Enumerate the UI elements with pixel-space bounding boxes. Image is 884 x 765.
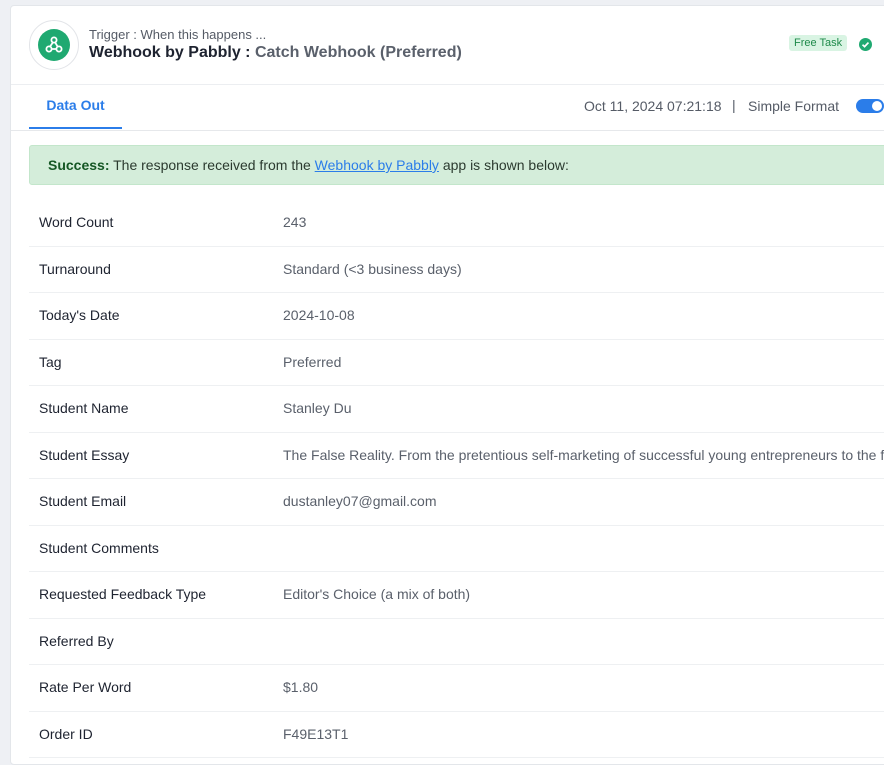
tabs-row: Data Out Oct 11, 2024 07:21:18 | Simple …: [11, 84, 884, 131]
simple-format-label: Simple Format: [748, 98, 840, 114]
table-row: Student Email dustanley07@gmail.com: [29, 479, 884, 526]
field-key: Student Email: [39, 493, 127, 509]
app-logo-ring: [29, 20, 79, 70]
event-name: Catch Webhook (Preferred): [254, 44, 462, 61]
banner-text-before: The response received from the: [113, 157, 311, 173]
field-value: Stanley Du: [283, 400, 352, 416]
field-key: Requested Feedback Type: [39, 586, 207, 602]
field-value: $1.80: [283, 679, 319, 695]
field-key: Turnaround: [39, 260, 111, 277]
table-row: Student Essay The False Reality. From the…: [29, 433, 884, 479]
field-value: 2024-10-08: [283, 307, 355, 323]
step-header[interactable]: Trigger : When this happens ... Webhook …: [11, 6, 884, 85]
table-row: Rate Per Word $1.80: [29, 665, 884, 712]
app-name: Webhook by Pabbly :: [89, 44, 251, 61]
field-value: F49E13T1: [283, 725, 349, 742]
separator: |: [732, 97, 736, 113]
field-key: Word Count: [39, 214, 114, 230]
field-key: Student Essay: [39, 446, 130, 463]
trigger-title: Webhook by Pabbly : Catch Webhook (Prefe…: [89, 44, 462, 62]
table-row: Referred By: [29, 619, 884, 665]
field-key: Student Name: [39, 400, 129, 416]
table-row: Order ID F49E13T1: [29, 712, 884, 758]
table-row: Today's Date 2024-10-08: [29, 293, 884, 340]
simple-format-toggle[interactable]: [856, 99, 884, 113]
field-key: Tag: [39, 353, 62, 370]
field-value: Standard (<3 business days): [283, 260, 462, 277]
field-key: Student Comments: [39, 539, 159, 556]
tab-data-out[interactable]: Data Out: [29, 84, 122, 129]
response-data-table: Word Count 243 Turnaround Standard (<3 busi…: [29, 200, 884, 758]
field-key: Rate Per Word: [39, 679, 132, 695]
table-row: Student Comments: [29, 526, 884, 572]
field-value: 243: [283, 214, 307, 230]
field-key: Referred By: [39, 632, 114, 649]
field-key: Today's Date: [39, 307, 120, 323]
trigger-label: Trigger : When this happens ...: [89, 27, 267, 42]
field-value: The False Reality. From the pretentious …: [283, 446, 884, 463]
toggle-knob: [872, 101, 882, 111]
field-value: Editor's Choice (a mix of both): [283, 586, 471, 602]
table-row: Word Count 243: [29, 200, 884, 247]
field-value: Preferred: [283, 353, 342, 370]
success-banner: Success: The response received from the …: [29, 145, 884, 185]
response-timestamp: Oct 11, 2024 07:21:18: [584, 98, 722, 114]
table-row: Turnaround Standard (<3 business days): [29, 247, 884, 293]
trigger-step-card: Trigger : When this happens ... Webhook …: [10, 5, 884, 765]
field-value: dustanley07@gmail.com: [283, 493, 437, 509]
field-key: Order ID: [39, 725, 93, 742]
webhook-icon: [38, 29, 70, 61]
check-circle-icon: [859, 38, 872, 51]
table-row: Requested Feedback Type Editor's Choice (…: [29, 572, 884, 619]
webhook-app-link[interactable]: Webhook by Pabbly: [315, 157, 439, 173]
free-task-badge: Free Task: [789, 35, 848, 51]
table-row: Tag Preferred: [29, 340, 884, 386]
banner-text-after: app is shown below:: [442, 157, 569, 173]
table-row: Student Name Stanley Du: [29, 386, 884, 433]
success-prefix: Success:: [48, 157, 110, 173]
